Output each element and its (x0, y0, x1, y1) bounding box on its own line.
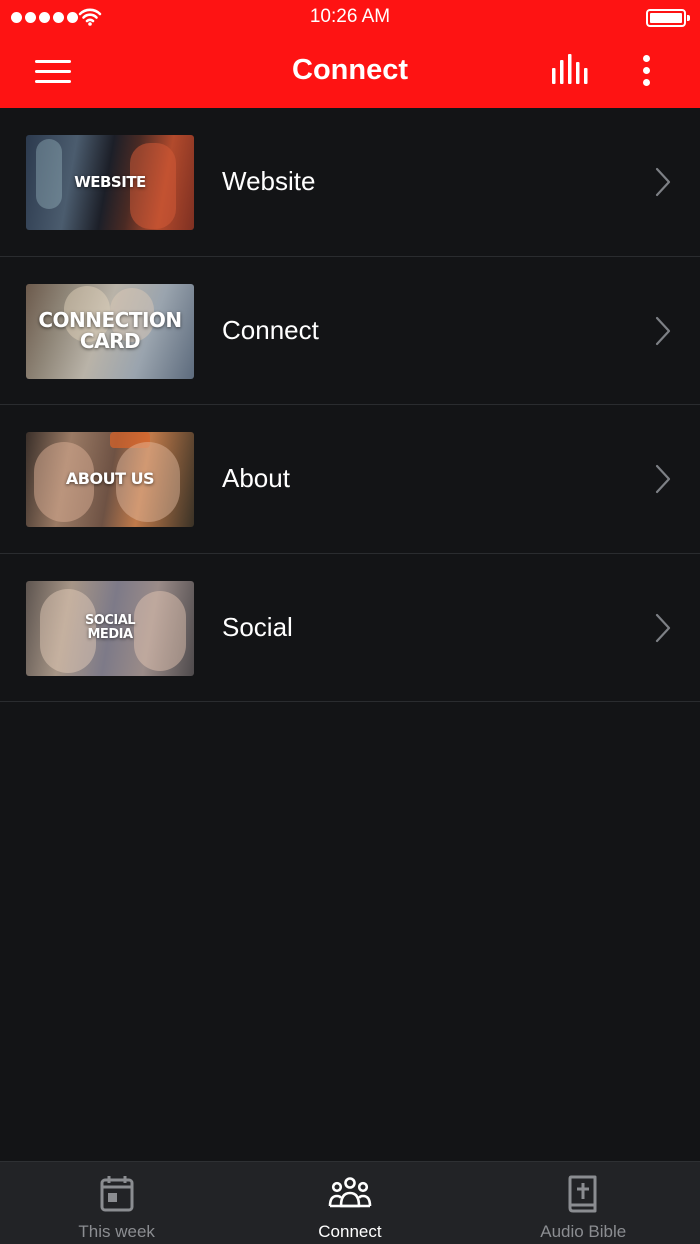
website-thumbnail: WEBSITE (26, 135, 194, 230)
status-bar: 10:26 AM (0, 0, 700, 36)
status-time: 10:26 AM (309, 6, 391, 27)
connection-card-thumbnail: CONNECTION CARD (26, 283, 194, 379)
list-item-social[interactable]: SOCIAL MEDIA Social (0, 554, 700, 702)
tab-this-week[interactable]: This week (0, 1162, 233, 1244)
item-label: Social (222, 611, 293, 642)
social-media-thumbnail: SOCIAL MEDIA (26, 580, 194, 676)
item-label: About (222, 463, 290, 493)
list-item-about[interactable]: ABOUT US About (0, 405, 700, 554)
tab-connect[interactable]: Connect (233, 1162, 466, 1244)
tab-bar: This week Connect Audio Bible (0, 1161, 700, 1244)
people-group-icon (328, 1177, 372, 1208)
chevron-right-icon (655, 167, 671, 197)
audio-bars-icon[interactable] (548, 50, 596, 92)
hamburger-menu-icon[interactable] (30, 54, 76, 90)
about-us-thumbnail: ABOUT US (26, 432, 194, 527)
list-item-connect[interactable]: CONNECTION CARD Connect (0, 257, 700, 405)
tab-label: Connect (318, 1222, 382, 1241)
chevron-right-icon (655, 316, 671, 345)
chevron-right-icon (655, 613, 671, 642)
list-item-website[interactable]: WEBSITE Website (0, 108, 700, 257)
tab-label: Audio Bible (540, 1222, 627, 1241)
nav-bar: Connect (0, 36, 700, 108)
item-label: Connect (222, 314, 319, 345)
bible-icon (568, 1175, 597, 1213)
more-vertical-icon[interactable] (632, 50, 662, 92)
calendar-icon (100, 1176, 134, 1212)
item-label: Website (222, 166, 316, 196)
tab-label: This week (78, 1222, 155, 1241)
battery-icon (646, 9, 690, 27)
connect-list: WEBSITE Website CONNECTION CARD Connect … (0, 108, 700, 702)
tab-audio-bible[interactable]: Audio Bible (467, 1162, 700, 1244)
chevron-right-icon (655, 464, 671, 494)
